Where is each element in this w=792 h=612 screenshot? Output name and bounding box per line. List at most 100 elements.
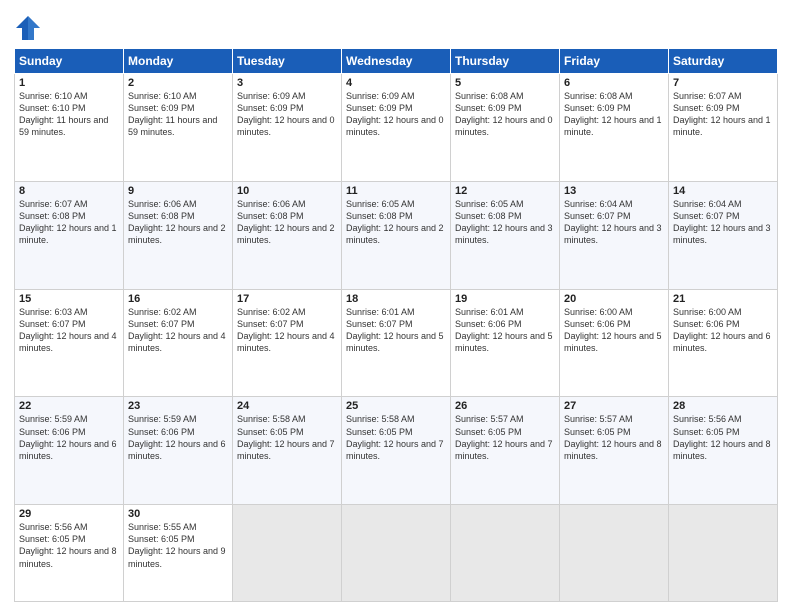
- calendar-cell: 20Sunrise: 6:00 AM Sunset: 6:06 PM Dayli…: [560, 289, 669, 397]
- day-info: Sunrise: 5:55 AM Sunset: 6:05 PM Dayligh…: [128, 521, 228, 570]
- calendar-cell: 8Sunrise: 6:07 AM Sunset: 6:08 PM Daylig…: [15, 181, 124, 289]
- day-number: 15: [19, 293, 119, 305]
- day-number: 27: [564, 400, 664, 412]
- logo: [14, 14, 44, 42]
- day-number: 6: [564, 77, 664, 89]
- day-number: 8: [19, 185, 119, 197]
- day-info: Sunrise: 6:07 AM Sunset: 6:09 PM Dayligh…: [673, 90, 773, 139]
- day-number: 14: [673, 185, 773, 197]
- calendar-cell: [560, 505, 669, 602]
- calendar-cell: 30Sunrise: 5:55 AM Sunset: 6:05 PM Dayli…: [124, 505, 233, 602]
- calendar-cell: 21Sunrise: 6:00 AM Sunset: 6:06 PM Dayli…: [669, 289, 778, 397]
- day-number: 29: [19, 508, 119, 520]
- day-info: Sunrise: 5:59 AM Sunset: 6:06 PM Dayligh…: [128, 413, 228, 462]
- calendar-header-sunday: Sunday: [15, 49, 124, 74]
- header: [14, 10, 778, 42]
- calendar-cell: [669, 505, 778, 602]
- calendar-cell: 13Sunrise: 6:04 AM Sunset: 6:07 PM Dayli…: [560, 181, 669, 289]
- day-number: 17: [237, 293, 337, 305]
- calendar-cell: 25Sunrise: 5:58 AM Sunset: 6:05 PM Dayli…: [342, 397, 451, 505]
- day-number: 13: [564, 185, 664, 197]
- day-number: 12: [455, 185, 555, 197]
- calendar-week-row: 15Sunrise: 6:03 AM Sunset: 6:07 PM Dayli…: [15, 289, 778, 397]
- day-info: Sunrise: 5:58 AM Sunset: 6:05 PM Dayligh…: [346, 413, 446, 462]
- day-info: Sunrise: 6:07 AM Sunset: 6:08 PM Dayligh…: [19, 198, 119, 247]
- day-number: 25: [346, 400, 446, 412]
- calendar-cell: 5Sunrise: 6:08 AM Sunset: 6:09 PM Daylig…: [451, 74, 560, 182]
- calendar-cell: [451, 505, 560, 602]
- calendar-cell: 4Sunrise: 6:09 AM Sunset: 6:09 PM Daylig…: [342, 74, 451, 182]
- calendar-cell: 16Sunrise: 6:02 AM Sunset: 6:07 PM Dayli…: [124, 289, 233, 397]
- day-info: Sunrise: 6:00 AM Sunset: 6:06 PM Dayligh…: [673, 306, 773, 355]
- calendar-week-row: 29Sunrise: 5:56 AM Sunset: 6:05 PM Dayli…: [15, 505, 778, 602]
- day-info: Sunrise: 6:04 AM Sunset: 6:07 PM Dayligh…: [564, 198, 664, 247]
- calendar-cell: 17Sunrise: 6:02 AM Sunset: 6:07 PM Dayli…: [233, 289, 342, 397]
- calendar-cell: 28Sunrise: 5:56 AM Sunset: 6:05 PM Dayli…: [669, 397, 778, 505]
- calendar-cell: [233, 505, 342, 602]
- day-number: 5: [455, 77, 555, 89]
- day-number: 19: [455, 293, 555, 305]
- day-number: 28: [673, 400, 773, 412]
- calendar-week-row: 1Sunrise: 6:10 AM Sunset: 6:10 PM Daylig…: [15, 74, 778, 182]
- day-info: Sunrise: 6:02 AM Sunset: 6:07 PM Dayligh…: [237, 306, 337, 355]
- calendar-week-row: 8Sunrise: 6:07 AM Sunset: 6:08 PM Daylig…: [15, 181, 778, 289]
- day-info: Sunrise: 6:08 AM Sunset: 6:09 PM Dayligh…: [455, 90, 555, 139]
- calendar-cell: 14Sunrise: 6:04 AM Sunset: 6:07 PM Dayli…: [669, 181, 778, 289]
- day-number: 7: [673, 77, 773, 89]
- calendar-header-saturday: Saturday: [669, 49, 778, 74]
- calendar-header-thursday: Thursday: [451, 49, 560, 74]
- day-info: Sunrise: 6:08 AM Sunset: 6:09 PM Dayligh…: [564, 90, 664, 139]
- calendar-cell: 27Sunrise: 5:57 AM Sunset: 6:05 PM Dayli…: [560, 397, 669, 505]
- day-number: 24: [237, 400, 337, 412]
- day-number: 11: [346, 185, 446, 197]
- calendar-cell: 26Sunrise: 5:57 AM Sunset: 6:05 PM Dayli…: [451, 397, 560, 505]
- calendar-cell: 23Sunrise: 5:59 AM Sunset: 6:06 PM Dayli…: [124, 397, 233, 505]
- day-info: Sunrise: 6:00 AM Sunset: 6:06 PM Dayligh…: [564, 306, 664, 355]
- day-number: 1: [19, 77, 119, 89]
- day-info: Sunrise: 5:57 AM Sunset: 6:05 PM Dayligh…: [455, 413, 555, 462]
- day-number: 10: [237, 185, 337, 197]
- calendar-header-tuesday: Tuesday: [233, 49, 342, 74]
- day-info: Sunrise: 5:56 AM Sunset: 6:05 PM Dayligh…: [19, 521, 119, 570]
- calendar-cell: 3Sunrise: 6:09 AM Sunset: 6:09 PM Daylig…: [233, 74, 342, 182]
- calendar-cell: 12Sunrise: 6:05 AM Sunset: 6:08 PM Dayli…: [451, 181, 560, 289]
- calendar-cell: 6Sunrise: 6:08 AM Sunset: 6:09 PM Daylig…: [560, 74, 669, 182]
- calendar-header-monday: Monday: [124, 49, 233, 74]
- calendar-cell: 2Sunrise: 6:10 AM Sunset: 6:09 PM Daylig…: [124, 74, 233, 182]
- day-number: 4: [346, 77, 446, 89]
- day-info: Sunrise: 6:06 AM Sunset: 6:08 PM Dayligh…: [128, 198, 228, 247]
- calendar-cell: 19Sunrise: 6:01 AM Sunset: 6:06 PM Dayli…: [451, 289, 560, 397]
- day-number: 18: [346, 293, 446, 305]
- calendar-cell: 15Sunrise: 6:03 AM Sunset: 6:07 PM Dayli…: [15, 289, 124, 397]
- calendar-cell: 1Sunrise: 6:10 AM Sunset: 6:10 PM Daylig…: [15, 74, 124, 182]
- day-info: Sunrise: 5:59 AM Sunset: 6:06 PM Dayligh…: [19, 413, 119, 462]
- calendar-week-row: 22Sunrise: 5:59 AM Sunset: 6:06 PM Dayli…: [15, 397, 778, 505]
- day-number: 16: [128, 293, 228, 305]
- day-number: 2: [128, 77, 228, 89]
- calendar-cell: 18Sunrise: 6:01 AM Sunset: 6:07 PM Dayli…: [342, 289, 451, 397]
- day-info: Sunrise: 6:03 AM Sunset: 6:07 PM Dayligh…: [19, 306, 119, 355]
- day-info: Sunrise: 6:06 AM Sunset: 6:08 PM Dayligh…: [237, 198, 337, 247]
- day-number: 26: [455, 400, 555, 412]
- day-info: Sunrise: 6:10 AM Sunset: 6:10 PM Dayligh…: [19, 90, 119, 139]
- day-info: Sunrise: 5:58 AM Sunset: 6:05 PM Dayligh…: [237, 413, 337, 462]
- day-number: 23: [128, 400, 228, 412]
- calendar-header-wednesday: Wednesday: [342, 49, 451, 74]
- page: SundayMondayTuesdayWednesdayThursdayFrid…: [0, 0, 792, 612]
- day-number: 20: [564, 293, 664, 305]
- calendar-cell: 7Sunrise: 6:07 AM Sunset: 6:09 PM Daylig…: [669, 74, 778, 182]
- day-number: 9: [128, 185, 228, 197]
- day-info: Sunrise: 6:10 AM Sunset: 6:09 PM Dayligh…: [128, 90, 228, 139]
- day-info: Sunrise: 6:09 AM Sunset: 6:09 PM Dayligh…: [237, 90, 337, 139]
- day-info: Sunrise: 5:56 AM Sunset: 6:05 PM Dayligh…: [673, 413, 773, 462]
- calendar-cell: 11Sunrise: 6:05 AM Sunset: 6:08 PM Dayli…: [342, 181, 451, 289]
- calendar-cell: 9Sunrise: 6:06 AM Sunset: 6:08 PM Daylig…: [124, 181, 233, 289]
- calendar-header-row: SundayMondayTuesdayWednesdayThursdayFrid…: [15, 49, 778, 74]
- calendar-cell: 10Sunrise: 6:06 AM Sunset: 6:08 PM Dayli…: [233, 181, 342, 289]
- day-info: Sunrise: 6:04 AM Sunset: 6:07 PM Dayligh…: [673, 198, 773, 247]
- day-info: Sunrise: 6:05 AM Sunset: 6:08 PM Dayligh…: [346, 198, 446, 247]
- day-info: Sunrise: 5:57 AM Sunset: 6:05 PM Dayligh…: [564, 413, 664, 462]
- day-info: Sunrise: 6:01 AM Sunset: 6:06 PM Dayligh…: [455, 306, 555, 355]
- calendar-cell: 22Sunrise: 5:59 AM Sunset: 6:06 PM Dayli…: [15, 397, 124, 505]
- calendar-cell: 29Sunrise: 5:56 AM Sunset: 6:05 PM Dayli…: [15, 505, 124, 602]
